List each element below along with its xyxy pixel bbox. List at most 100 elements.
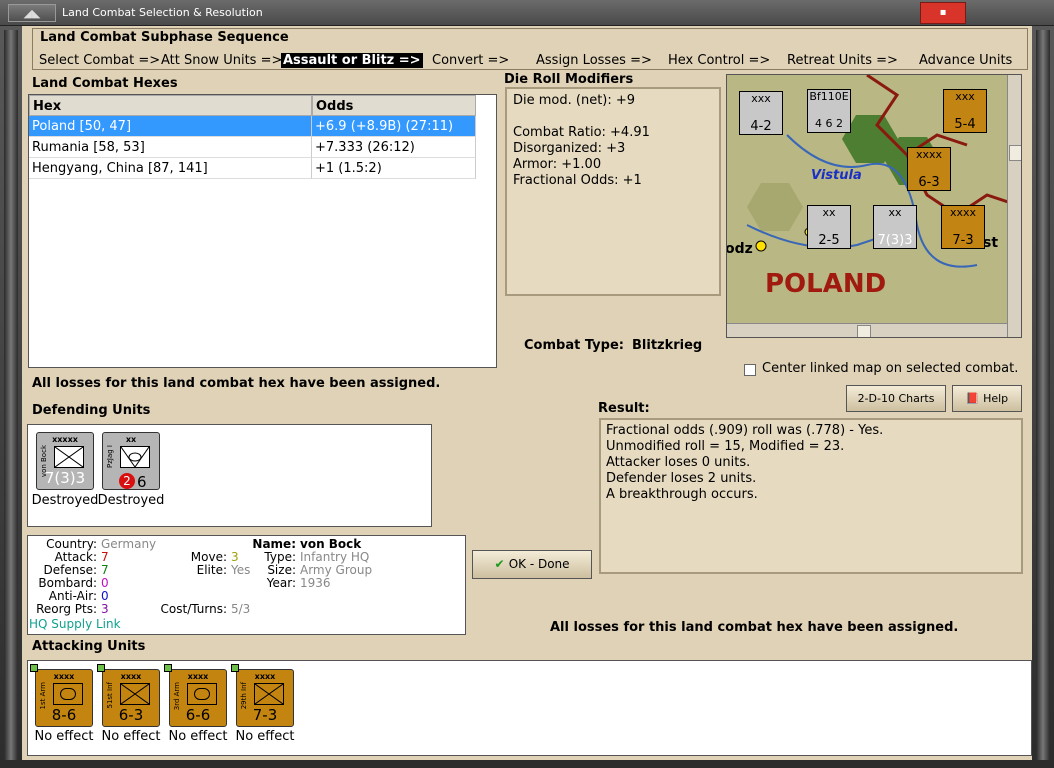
reorg-label: Reorg Pts: [36,602,97,616]
help-button[interactable]: 📕 Help [952,385,1022,412]
infantry-symbol-icon [54,446,84,468]
result-line: Attacker loses 0 units. [606,455,751,470]
cell-hex: Rumania [58, 53] [29,137,312,158]
disorganized: Disorganized: +3 [513,141,626,156]
elite-label: Elite: [196,563,227,577]
unit-side-label: PzJag I [106,445,114,468]
map-counter[interactable]: xxxx 6-3 [907,147,951,191]
attacking-unit-status: No effect [34,729,94,744]
unit-strength: 7(3)3 [44,469,86,487]
attacking-unit[interactable]: xxxx 29th Inf 7-3 [231,664,294,727]
losses-message-top: All losses for this land combat hex have… [32,376,441,391]
armor-mod: Armor: +1.00 [513,157,602,172]
table-row[interactable]: Hengyang, China [87, 141] +1 (1.5:2) [29,158,476,179]
phase-convert: Convert => [432,53,510,68]
cell-odds: +1 (1.5:2) [312,158,476,179]
supply-marker-icon [231,664,239,672]
map-counter-aircraft[interactable]: Bf110E 4 6 2 [807,89,851,133]
fractional-odds: Fractional Odds: +1 [513,173,642,188]
map-counter-selected[interactable]: xx 7(3)3 [873,205,917,249]
counter-size: xxxx [915,148,943,161]
table-row[interactable]: Poland [50, 47] +6.9 (+8.9B) (27:11) [29,116,476,137]
linked-map[interactable]: Vistula odz st POLAND xxx 4-2 Bf110E 4 6 2… [726,74,1022,338]
combat-hexes-table: Hex Odds Poland [50, 47] +6.9 (+8.9B) (2… [28,94,497,368]
ok-done-label: OK - Done [508,557,570,571]
size-label: Size: [267,563,296,577]
attacking-heading: Attacking Units [32,639,146,654]
counter-strength: 7-3 [952,233,974,248]
infantry-symbol-icon [254,683,284,705]
title-bar[interactable]: ◢◣ Land Combat Selection & Resolution ▪ [0,0,1054,26]
subphase-heading: Land Combat Subphase Sequence [40,30,289,45]
phase-assign-losses: Assign Losses => [536,53,652,68]
result-line: Fractional odds (.909) roll was (.778) -… [606,423,884,438]
phase-att-snow-units: Att Snow Units => [161,53,283,68]
system-menu-icon[interactable]: ◢◣ [8,4,56,22]
column-header-odds[interactable]: Odds [312,95,476,116]
unit-size: xxxx [187,672,209,681]
reorg-value: 3 [101,602,109,616]
antitank-glyph [120,446,150,468]
table-row[interactable]: Rumania [58, 53] +7.333 (26:12) [29,137,476,158]
map-hscroll-thumb[interactable] [857,325,871,337]
attacking-unit-status: No effect [168,729,228,744]
cell-hex: Hengyang, China [87, 141] [29,158,312,179]
center-map-checkbox[interactable] [744,364,756,376]
phase-advance-units: Advance Units [919,53,1013,68]
unit-size: xxxx [120,672,142,681]
column-header-hex[interactable]: Hex [29,95,312,116]
bombard-label: Bombard: [38,576,97,590]
move-label: Move: [190,550,227,564]
attacking-unit[interactable]: xxxx 51st Inf 6-3 [97,664,160,727]
result-line: Unmodified roll = 15, Modified = 23. [606,439,845,454]
map-counter[interactable]: xxx 4-2 [739,91,783,135]
antiair-value: 0 [101,589,109,603]
losses-message-bottom: All losses for this land combat hex have… [550,620,959,635]
combat-type-value: Blitzkrieg [632,338,703,353]
attacking-unit[interactable]: xxxx 1st Arm 8-6 [30,664,93,727]
attacking-unit[interactable]: xxxx 3rd Arm 6-6 [164,664,227,727]
unit-strength: 6-6 [185,706,211,724]
help-book-icon: 📕 [965,392,984,405]
defense-label: Defense: [43,563,97,577]
unit-badge: 2 [119,473,135,489]
infantry-cross [254,683,284,705]
unit-strength: 7-3 [252,706,278,724]
right-frame-bar [1036,30,1050,760]
unit-side-label: 51st Inf [106,682,114,709]
ok-done-button[interactable]: ✔ OK - Done [472,550,592,579]
attack-value: 7 [101,550,109,564]
map-counter[interactable]: xx 2-5 [807,205,851,249]
counter-size: xxx [955,90,975,103]
charts-button[interactable]: 2-D-10 Charts [846,385,946,412]
supply-marker-icon [97,664,105,672]
attacking-unit-status: No effect [101,729,161,744]
defending-unit-hq[interactable]: xxxxx von Bock 7(3)3 [36,432,94,490]
help-button-label: Help [983,392,1009,405]
map-counter[interactable]: xxx 5-4 [943,89,987,133]
map-counter[interactable]: xxxx 7-3 [941,205,985,249]
phase-assault-or-blitz: Assault or Blitz => [281,53,423,68]
unit-size: xx [125,435,137,444]
cell-odds: +7.333 (26:12) [312,137,476,158]
unit-size: xxxxx [52,435,78,444]
map-vscroll-thumb[interactable] [1009,145,1021,161]
counter-strength: 4 6 2 [815,117,843,130]
center-map-label: Center linked map on selected combat. [762,361,1019,376]
map-horizontal-scrollbar[interactable] [727,323,1007,337]
defending-unit-status: Destroyed [31,493,99,508]
defending-heading: Defending Units [32,403,151,418]
year-value: 1936 [300,576,331,590]
type-value: Infantry HQ [300,550,370,564]
antiair-label: Anti-Air: [48,589,97,603]
counter-size: xxx [751,92,771,105]
counter-size: xx [888,206,902,219]
defending-unit-pzjag[interactable]: xx PzJag I 2 6 [102,432,160,491]
counter-size: xx [822,206,836,219]
close-button[interactable]: ▪ [920,2,966,24]
hexes-heading: Land Combat Hexes [32,76,178,91]
combat-type-label: Combat Type: [524,338,624,353]
die-roll-modifiers-box: Die mod. (net): +9 Combat Ratio: +4.91 D… [505,87,721,296]
map-vertical-scrollbar[interactable] [1007,75,1021,337]
supply-link[interactable]: HQ Supply Link [29,617,121,631]
